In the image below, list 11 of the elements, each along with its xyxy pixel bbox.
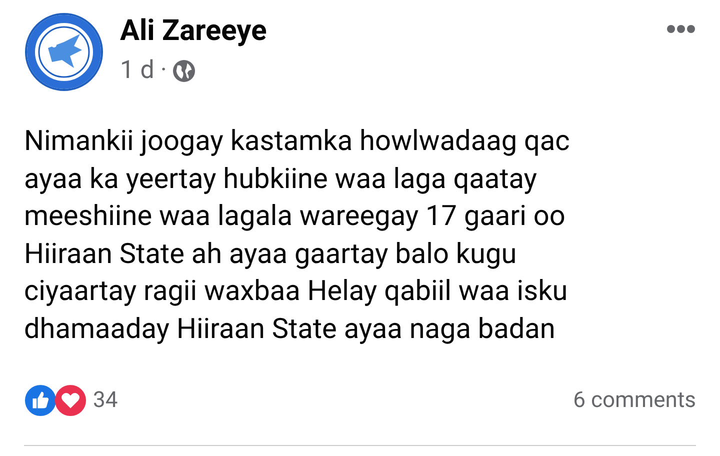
more-options-icon[interactable] <box>666 24 696 34</box>
comment-count[interactable]: 6 comments <box>573 388 696 413</box>
globe-icon[interactable] <box>172 60 195 82</box>
separator-dot: · <box>160 56 167 85</box>
author-name[interactable]: Ali Zareeye <box>120 14 666 48</box>
post-text: Nimankii joogay kastamka howlwadaag qac ayaa ka yeertay hubkiine waa laga qaatay meeshiine waa lagala wareegay 17 gaari oo Hiiraan State ah ayaa gaartay balo kugu ciyaartay ragii waxbaa Helay qabiil waa isku dhamaaday Hiiraan State ayaa naga badan <box>24 123 571 347</box>
logo-avatar-icon[interactable] <box>24 12 104 92</box>
post-time[interactable]: 1 d <box>120 56 154 85</box>
heart-reaction-icon[interactable] <box>54 384 87 417</box>
reaction-count[interactable]: 34 <box>93 388 118 413</box>
like-reaction-icon[interactable] <box>24 384 57 417</box>
